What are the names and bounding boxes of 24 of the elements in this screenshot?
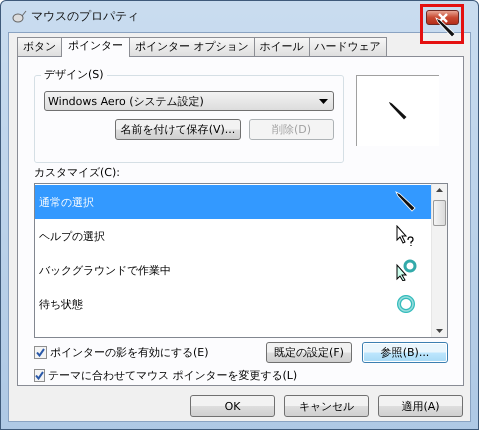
tab[interactable]: ボタン xyxy=(17,37,62,56)
item-label: 待ち状態 xyxy=(39,296,83,312)
item-label: 通常の選択 xyxy=(39,194,94,210)
tab[interactable]: ホイール xyxy=(254,37,310,56)
cancel-button[interactable]: キャンセル xyxy=(284,395,369,417)
default-button[interactable]: 既定の設定(F) xyxy=(266,342,352,363)
item-label: ヘルプの選択 xyxy=(39,228,105,244)
item-label: バックグラウンドで作業中 xyxy=(39,262,171,278)
tab[interactable]: ポインター オプション xyxy=(129,37,254,56)
group-label: デザイン(S) xyxy=(41,67,107,82)
customize-label: カスタマイズ(C): xyxy=(34,165,121,180)
checkbox-label: ポインターの影を有効にする(E) xyxy=(50,345,209,360)
tab[interactable]: ハードウェア xyxy=(308,37,386,56)
browse-button[interactable]: 参照(B)... xyxy=(362,342,448,363)
save-as-button[interactable]: 名前を付けて保存(V)... xyxy=(115,119,241,140)
checkbox-label: テーマに合わせてマウス ポインターを変更する(L) xyxy=(48,368,298,383)
window-title: マウスのプロパティ xyxy=(31,8,139,25)
scheme-dropdown[interactable]: Windows Aero (システム設定) xyxy=(44,91,334,111)
list-item[interactable]: 待ち状態 xyxy=(35,287,431,321)
apply-button[interactable]: 適用(A) xyxy=(378,395,463,417)
list-item[interactable]: バックグラウンドで作業中 xyxy=(35,253,431,287)
list-item[interactable]: ヘルプの選択 xyxy=(35,219,431,253)
ok-button[interactable]: OK xyxy=(190,395,275,417)
tab[interactable]: ポインター xyxy=(61,37,130,57)
